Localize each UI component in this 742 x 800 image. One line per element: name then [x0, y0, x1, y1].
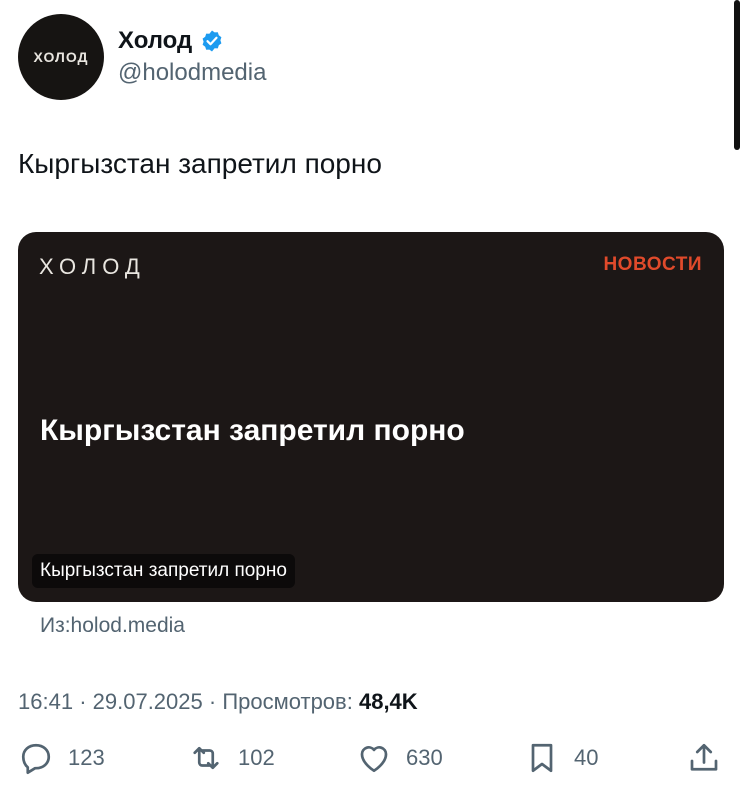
- handle[interactable]: @holodmedia: [118, 59, 266, 87]
- tweet-date[interactable]: 29.07.2025: [93, 689, 203, 714]
- tweet-text: Кыргызстан запретил порно: [18, 148, 382, 179]
- author-names: Холод @holodmedia: [118, 27, 266, 87]
- tweet-header: ХОЛОД Холод @holodmedia: [18, 14, 266, 100]
- link-card[interactable]: ХОЛОД НОВОСТИ Кыргызстан запретил порно …: [18, 232, 724, 602]
- display-name[interactable]: Холод: [118, 27, 192, 55]
- reply-button[interactable]: 123: [18, 740, 105, 776]
- card-source-link[interactable]: Из:holod.media: [40, 614, 185, 638]
- repost-icon: [193, 746, 219, 770]
- share-icon: [690, 743, 718, 771]
- avatar-logo-text: ХОЛОД: [33, 49, 89, 65]
- bookmark-button[interactable]: 40: [524, 740, 598, 776]
- bookmark-count: 40: [574, 745, 599, 770]
- card-logo: ХОЛОД: [39, 254, 146, 279]
- tweet-time[interactable]: 16:41: [18, 689, 73, 714]
- avatar[interactable]: ХОЛОД: [18, 14, 104, 100]
- heart-icon: [360, 746, 388, 773]
- repost-button[interactable]: 102: [188, 740, 275, 776]
- verified-badge-icon: [202, 30, 222, 52]
- scrollbar[interactable]: [734, 0, 740, 150]
- views-label: Просмотров:: [222, 689, 353, 714]
- card-caption: Кыргызстан запретил порно: [32, 554, 295, 588]
- repost-count: 102: [238, 745, 275, 770]
- reply-icon: [21, 743, 51, 775]
- like-button[interactable]: 630: [356, 740, 443, 776]
- meta-separator: ·: [208, 689, 223, 714]
- share-button[interactable]: [686, 740, 722, 776]
- like-count: 630: [406, 745, 443, 770]
- views-count[interactable]: 48,4K: [359, 689, 418, 714]
- card-headline: Кыргызстан запретил порно: [40, 414, 465, 447]
- display-name-row: Холод: [118, 27, 266, 55]
- action-bar: 123 102 630 40: [0, 740, 742, 790]
- tweet-meta: 16:41 · 29.07.2025 · Просмотров: 48,4K: [18, 689, 418, 715]
- card-rubric: НОВОСТИ: [603, 254, 702, 275]
- bookmark-icon: [531, 743, 553, 773]
- reply-count: 123: [68, 745, 105, 770]
- meta-separator: ·: [79, 689, 93, 714]
